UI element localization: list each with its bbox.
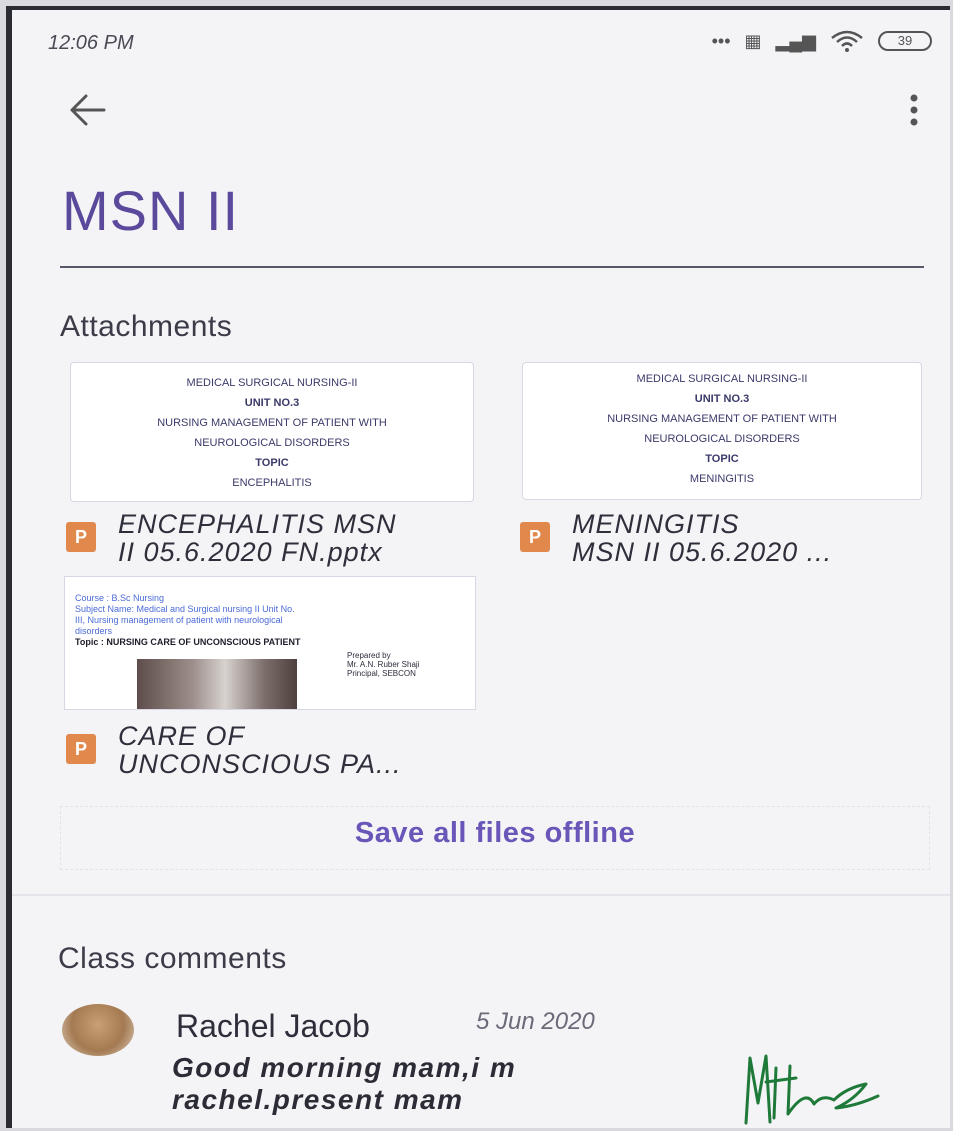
class-comments-heading: Class comments — [58, 942, 287, 975]
status-icons: ••• ▦ ▂▄▆ 39 — [712, 30, 932, 52]
thumb-line: Principal, SEBCON — [347, 669, 416, 678]
thumb-line: MEDICAL SURGICAL NURSING-II — [636, 373, 808, 385]
phone-screen: 12:06 PM ••• ▦ ▂▄▆ 39 MSN II Attachments — [6, 6, 950, 1128]
attachment-thumbnail-encephalitis[interactable]: MEDICAL SURGICAL NURSING-II UNIT NO.3 NU… — [70, 362, 474, 502]
attachment-thumbnail-meningitis[interactable]: MEDICAL SURGICAL NURSING-II UNIT NO.3 NU… — [522, 362, 922, 500]
thumb-line: UNIT NO.3 — [244, 397, 300, 409]
attachment-name-line: MENINGITIS — [572, 509, 740, 539]
patient-photo — [137, 659, 297, 709]
comment-author: Rachel Jacob — [176, 1008, 370, 1044]
thumb-line: MENINGITIS — [689, 473, 755, 485]
page-title: MSN II — [62, 179, 240, 242]
comment-text-line: Good morning mam,i m — [172, 1052, 517, 1083]
attachment-name-line: CARE OF — [118, 721, 246, 751]
attachment-item-unconscious[interactable]: P CARE OF UNCONSCIOUS PA... — [66, 722, 486, 778]
thumb-line: TOPIC — [255, 457, 289, 469]
wifi-icon — [831, 30, 863, 52]
signal-icon: ▂▄▆ — [775, 30, 816, 51]
comment-date: 5 Jun 2020 — [476, 1008, 595, 1035]
attachment-name-line: ENCEPHALITIS MSN — [118, 509, 397, 539]
thumb-prepared-by: Prepared by Mr. A.N. Ruber Shaji Princip… — [347, 651, 419, 678]
handwritten-signature — [744, 1054, 880, 1125]
battery-icon: 39 — [878, 31, 932, 51]
status-time: 12:06 PM — [48, 32, 134, 54]
thumb-line: NURSING MANAGEMENT OF PATIENT WITH — [157, 417, 387, 429]
section-divider — [12, 894, 950, 896]
thumb-line: Course : B.Sc Nursing — [75, 593, 165, 603]
powerpoint-icon: P — [66, 734, 96, 764]
thumb-line: ENCEPHALITIS — [232, 477, 312, 489]
attachment-name: CARE OF UNCONSCIOUS PA... — [118, 722, 402, 778]
thumb-line: Topic : NURSING CARE OF UNCONSCIOUS PATI… — [75, 637, 301, 647]
thumb-line: Mr. A.N. Ruber Shaji — [347, 660, 420, 669]
powerpoint-icon: P — [66, 522, 96, 552]
attachment-name: MENINGITIS MSN II 05.6.2020 ... — [572, 510, 832, 566]
thumb-line: NURSING MANAGEMENT OF PATIENT WITH — [607, 413, 837, 425]
sim-icon: ▦ — [744, 30, 762, 51]
thumb-line: MEDICAL SURGICAL NURSING-II — [186, 377, 358, 389]
dots-icon: ••• — [711, 30, 731, 51]
save-offline-area: Save all files offline — [60, 806, 930, 870]
title-divider — [60, 266, 924, 268]
thumb-line: NEUROLOGICAL DISORDERS — [644, 433, 800, 445]
thumb-line: disorders — [75, 626, 113, 636]
thumb-line: Prepared by — [347, 651, 391, 660]
attachment-name-line: UNCONSCIOUS PA... — [118, 749, 402, 779]
attachment-name-line: II 05.6.2020 FN.pptx — [118, 537, 383, 567]
app-bar — [12, 80, 950, 140]
attachment-thumbnail-unconscious[interactable]: Course : B.Sc Nursing Subject Name: Medi… — [64, 576, 476, 710]
attachments-heading: Attachments — [60, 310, 233, 343]
arrow-left-icon[interactable] — [68, 92, 108, 128]
thumb-text: Course : B.Sc Nursing Subject Name: Medi… — [75, 593, 455, 648]
thumb-line: Subject Name: Medical and Surgical nursi… — [75, 604, 295, 614]
attachment-item-encephalitis[interactable]: P ENCEPHALITIS MSN II 05.6.2020 FN.pptx — [66, 510, 486, 566]
comment-text: Good morning mam,i m rachel.present mam — [172, 1052, 712, 1116]
powerpoint-icon: P — [520, 522, 550, 552]
attachment-name-line: MSN II 05.6.2020 ... — [572, 537, 833, 567]
more-vert-icon[interactable] — [904, 90, 924, 130]
attachment-name: ENCEPHALITIS MSN II 05.6.2020 FN.pptx — [118, 510, 397, 566]
thumb-line: III, Nursing management of patient with … — [75, 615, 283, 625]
save-all-offline-button[interactable]: Save all files offline — [61, 817, 929, 850]
avatar[interactable] — [62, 1004, 134, 1056]
thumb-line: NEUROLOGICAL DISORDERS — [194, 437, 350, 449]
thumb-line: UNIT NO.3 — [694, 393, 750, 405]
status-bar: 12:06 PM ••• ▦ ▂▄▆ 39 — [12, 10, 950, 70]
attachment-item-meningitis[interactable]: P MENINGITIS MSN II 05.6.2020 ... — [520, 510, 940, 566]
thumb-line: TOPIC — [705, 453, 739, 465]
comment-text-line: rachel.present mam — [172, 1084, 464, 1115]
